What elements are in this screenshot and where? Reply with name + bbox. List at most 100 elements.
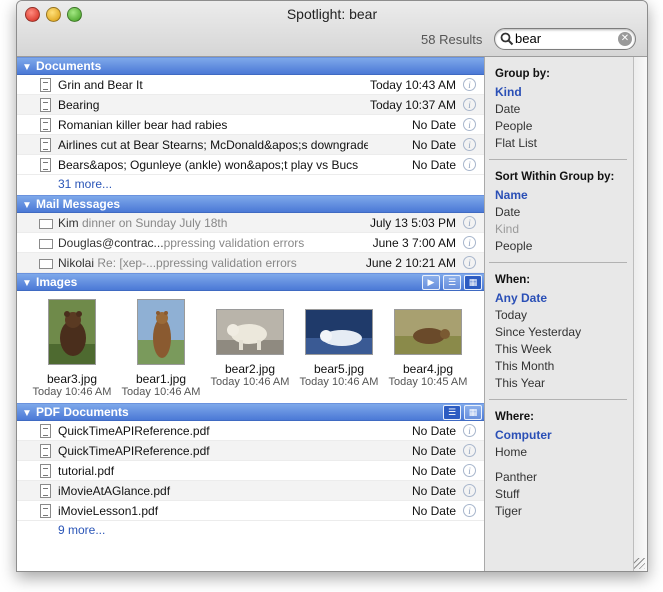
list-view-icon[interactable]: ☰ [443, 405, 461, 420]
mail-snippet: ppressing validation errors [163, 236, 305, 250]
sort-by-kind: Kind [495, 222, 520, 236]
info-icon[interactable]: i [463, 444, 476, 457]
grid-view-icon[interactable]: ▦ [464, 405, 482, 420]
when-this-week[interactable]: This Week [495, 342, 633, 359]
pdf-row[interactable]: QuickTimeAPIReference.pdf No Date i [17, 441, 484, 461]
info-icon[interactable]: i [463, 256, 476, 269]
document-row[interactable]: Grin and Bear It Today 10:43 AM i [17, 75, 484, 95]
group-header-documents[interactable]: ▼ Documents [17, 57, 484, 75]
mail-row[interactable]: Douglas@contrac...ppressing validation e… [17, 233, 484, 253]
mail-snippet: Re: [xep-...ppressing validation errors [94, 256, 297, 270]
pdf-row[interactable]: iMovieAtAGlance.pdf No Date i [17, 481, 484, 501]
bear-photo [394, 309, 463, 356]
mail-sender: Kim [58, 216, 79, 230]
disclosure-triangle-icon[interactable]: ▼ [22, 405, 36, 422]
slideshow-play-icon[interactable]: ▶ [422, 275, 440, 290]
document-row[interactable]: Airlines cut at Bear Stearns; McDonald&a… [17, 135, 484, 155]
search-field[interactable]: ✕ [494, 28, 636, 50]
pdf-icon [40, 424, 51, 438]
document-row[interactable]: Romanian killer bear had rabies No Date … [17, 115, 484, 135]
group-header-images[interactable]: ▼ Images ▶ ☰ ▦ [17, 273, 484, 291]
results-count: 58 Results [421, 32, 483, 47]
group-by-kind[interactable]: Kind [495, 85, 633, 102]
row-date: July 13 5:03 PM [369, 216, 456, 230]
group-by-date[interactable]: Date [495, 102, 633, 119]
row-title: Kim dinner on Sunday July 18th [58, 216, 368, 230]
info-icon[interactable]: i [463, 484, 476, 497]
results-list: ▼ Documents Grin and Bear It Today 10:43 … [17, 57, 485, 571]
document-row[interactable]: Bearing Today 10:37 AM i [17, 95, 484, 115]
image-filename: bear4.jpg [402, 362, 454, 376]
info-icon[interactable]: i [463, 464, 476, 477]
where-volume-tiger[interactable]: Tiger [495, 504, 633, 521]
document-row[interactable]: Bears&apos; Ogunleye (ankle) won&apos;t … [17, 155, 484, 175]
sort-section: Sort Within Group by: Name Date Kind Peo… [486, 160, 633, 256]
info-icon[interactable]: i [463, 138, 476, 151]
where-home[interactable]: Home [495, 445, 633, 462]
resize-grip-icon[interactable] [634, 558, 645, 569]
group-by-people[interactable]: People [495, 119, 633, 136]
vertical-scrollbar[interactable] [634, 57, 647, 571]
info-icon[interactable]: i [463, 504, 476, 517]
image-thumbnail[interactable]: bear5.jpg Today 10:46 AM [294, 299, 384, 388]
pdf-row[interactable]: iMovieLesson1.pdf No Date i [17, 501, 484, 521]
row-title: Airlines cut at Bear Stearns; McDonald&a… [58, 138, 368, 152]
info-icon[interactable]: i [463, 118, 476, 131]
row-date: No Date [411, 138, 456, 152]
mail-row[interactable]: Kim dinner on Sunday July 18th July 13 5… [17, 213, 484, 233]
documents-more-link[interactable]: 31 more... [17, 175, 484, 195]
pdf-row[interactable]: tutorial.pdf No Date i [17, 461, 484, 481]
image-date: Today 10:46 AM [121, 386, 201, 398]
search-input[interactable] [515, 31, 615, 46]
info-icon[interactable]: i [463, 98, 476, 111]
image-filename: bear1.jpg [135, 372, 187, 386]
info-icon[interactable]: i [463, 78, 476, 91]
image-thumbnail[interactable]: bear3.jpg Today 10:46 AM [27, 299, 117, 398]
image-thumbnail[interactable]: bear2.jpg Today 10:46 AM [205, 299, 295, 388]
when-this-month[interactable]: This Month [495, 359, 633, 376]
info-icon[interactable]: i [463, 158, 476, 171]
group-by-flat-list[interactable]: Flat List [495, 136, 633, 153]
row-title: Grin and Bear It [58, 78, 143, 92]
bear-photo [137, 299, 186, 366]
group-title: PDF Documents [36, 405, 129, 419]
sort-by-name[interactable]: Name [495, 188, 633, 205]
when-any-date[interactable]: Any Date [495, 291, 633, 308]
mail-snippet: dinner on Sunday July 18th [78, 216, 228, 230]
info-icon[interactable]: i [463, 216, 476, 229]
when-this-year[interactable]: This Year [495, 376, 633, 393]
mail-row[interactable]: Nikolai Re: [xep-...ppressing validation… [17, 253, 484, 273]
info-icon[interactable]: i [463, 424, 476, 437]
disclosure-triangle-icon[interactable]: ▼ [22, 197, 36, 214]
image-thumbnails: bear3.jpg Today 10:46 AM bear1.jpg Today… [17, 291, 484, 403]
grid-view-icon[interactable]: ▦ [464, 275, 482, 290]
info-icon[interactable]: i [463, 236, 476, 249]
where-volume-stuff[interactable]: Stuff [495, 487, 633, 504]
bear-photo [48, 299, 97, 366]
list-view-icon[interactable]: ☰ [443, 275, 461, 290]
pdf-more-link[interactable]: 9 more... [17, 521, 484, 541]
image-date: Today 10:46 AM [299, 376, 379, 388]
row-date: No Date [411, 444, 456, 458]
spotlight-window: Spotlight: bear 58 Results ✕ ▼Documents … [16, 0, 648, 572]
group-header-mail[interactable]: ▼ Mail Messages [17, 195, 484, 213]
where-volume-panther[interactable]: Panther [495, 470, 633, 487]
when-since-yesterday[interactable]: Since Yesterday [495, 325, 633, 342]
mail-sender: Nikolai [58, 256, 95, 270]
where-computer[interactable]: Computer [495, 428, 633, 445]
row-date: June 2 10:21 AM [365, 256, 456, 270]
image-thumbnail[interactable]: bear1.jpg Today 10:46 AM [116, 299, 206, 398]
sort-by-date[interactable]: Date [495, 205, 633, 222]
sort-by-people[interactable]: People [495, 239, 633, 256]
disclosure-triangle-icon[interactable]: ▼ [22, 59, 36, 76]
clear-search-icon[interactable]: ✕ [618, 32, 632, 46]
document-icon [40, 98, 51, 112]
row-date: No Date [411, 118, 456, 132]
group-header-pdf[interactable]: ▼ PDF Documents ☰ ▦ [17, 403, 484, 421]
row-title: Bears&apos; Ogunleye (ankle) won&apos;t … [58, 158, 359, 172]
image-thumbnail[interactable]: bear4.jpg Today 10:45 AM [383, 299, 473, 388]
when-today[interactable]: Today [495, 308, 633, 325]
row-date: No Date [411, 484, 456, 498]
pdf-row[interactable]: QuickTimeAPIReference.pdf No Date i [17, 421, 484, 441]
disclosure-triangle-icon[interactable]: ▼ [22, 275, 36, 292]
